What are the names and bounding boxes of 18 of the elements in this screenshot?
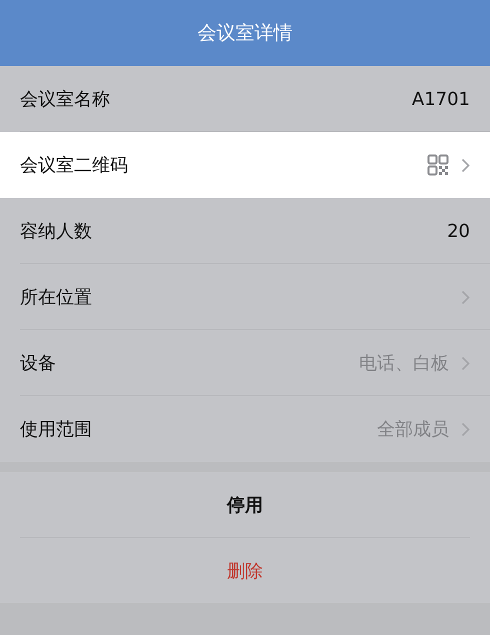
row-label: 所在位置 [20,286,93,309]
row-label: 会议室二维码 [20,154,129,177]
list-row[interactable]: 所在位置 [0,264,490,330]
list-row[interactable]: 使用范围 全部成员 [0,396,490,462]
row-value: 电话、白板 [359,352,449,375]
row-value: 全部成员 [377,418,449,441]
page-title: 会议室详情 [198,21,292,46]
row-label: 设备 [20,352,57,375]
row-label: 容纳人数 [20,220,93,243]
row-label: 会议室名称 [20,88,111,111]
row-value: 20 [447,220,470,242]
list-row[interactable]: 会议室二维码 [0,132,490,198]
qr-code-icon [427,154,449,176]
list-row[interactable]: 设备 电话、白板 [0,330,490,396]
row-value: A1701 [412,88,470,110]
row-label: 使用范围 [20,418,93,441]
list-row[interactable]: 会议室名称 A1701 [0,66,490,132]
list-row[interactable]: 容纳人数 20 [0,198,490,264]
